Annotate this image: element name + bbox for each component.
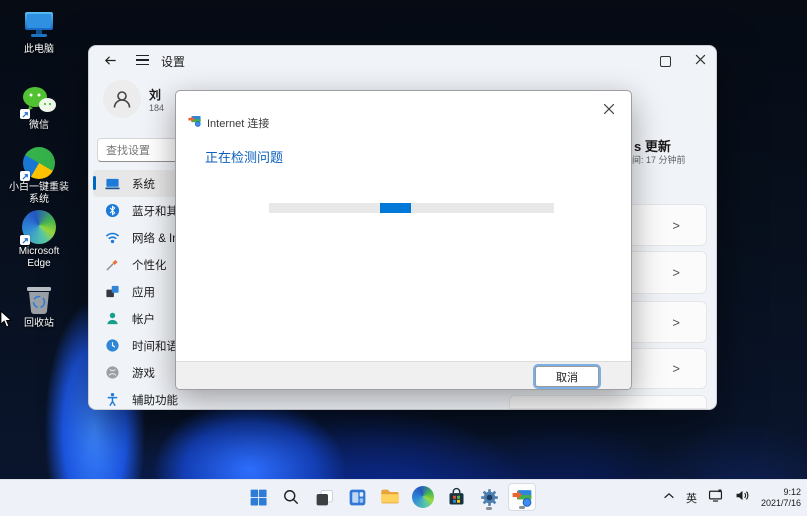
clock-icon bbox=[105, 338, 120, 353]
account-name: 刘 bbox=[149, 86, 161, 103]
dialog-title: Internet 连接 bbox=[207, 115, 269, 131]
hamburger-icon bbox=[136, 55, 149, 66]
search-placeholder: 查找设置 bbox=[106, 142, 150, 158]
start-button[interactable] bbox=[244, 483, 272, 511]
troubleshooter-app-button[interactable] bbox=[508, 483, 536, 511]
volume-tray-button[interactable] bbox=[734, 487, 751, 509]
close-button[interactable] bbox=[695, 52, 706, 70]
progress-bar bbox=[269, 203, 554, 213]
desktop-icon-edge[interactable]: MicrosoftEdge bbox=[6, 210, 72, 270]
desktop-icon-xiaobai[interactable]: 小白一键重装系统 bbox=[6, 146, 72, 206]
shortcut-arrow-icon bbox=[20, 235, 30, 245]
desktop-icon-label: 此电脑 bbox=[24, 44, 54, 56]
network-tray-button[interactable] bbox=[707, 487, 724, 509]
accessibility-icon bbox=[105, 392, 120, 407]
settings-card[interactable] bbox=[509, 395, 707, 409]
this-pc-icon bbox=[21, 8, 57, 42]
avatar bbox=[103, 80, 141, 118]
search-icon bbox=[281, 487, 301, 507]
accounts-icon bbox=[105, 311, 120, 326]
chevron-right-icon: > bbox=[672, 218, 680, 233]
chevron-up-icon bbox=[662, 489, 676, 503]
account-phone: 184 bbox=[149, 103, 164, 113]
tray-date: 2021/7/16 bbox=[761, 498, 801, 508]
desktop: 此电脑 微信 小白一键重装系统 MicrosoftEdge 回收站 bbox=[0, 0, 807, 516]
taskbar: 英 9:12 2021/7/16 bbox=[0, 479, 807, 516]
bluetooth-icon bbox=[105, 203, 120, 218]
progress-bar-chunk bbox=[380, 203, 411, 213]
desktop-icon-label: 小白一键重装系统 bbox=[9, 182, 69, 206]
edge-button[interactable] bbox=[409, 483, 437, 511]
xiaobai-reinstall-icon bbox=[21, 146, 57, 180]
task-view-icon bbox=[314, 487, 335, 508]
close-icon bbox=[695, 54, 706, 65]
apps-icon bbox=[105, 284, 120, 299]
desktop-icon-wechat[interactable]: 微信 bbox=[6, 84, 72, 132]
shortcut-arrow-icon bbox=[20, 109, 30, 119]
system-icon bbox=[105, 176, 120, 191]
search-button[interactable] bbox=[277, 483, 305, 511]
maximize-button[interactable] bbox=[660, 56, 671, 67]
desktop-icon-label: 回收站 bbox=[24, 318, 54, 330]
speaker-icon bbox=[734, 487, 751, 504]
settings-titlebar: 设置 bbox=[89, 46, 716, 72]
running-indicator bbox=[519, 506, 525, 509]
sidebar-item-accessibility[interactable]: 辅助功能 bbox=[93, 386, 253, 413]
nav-menu-button[interactable] bbox=[133, 51, 151, 69]
ime-indicator[interactable]: 英 bbox=[686, 490, 697, 506]
window-title: 设置 bbox=[161, 53, 185, 70]
wifi-icon bbox=[105, 230, 120, 245]
clock[interactable]: 9:12 2021/7/16 bbox=[761, 487, 801, 509]
gear-icon bbox=[479, 487, 500, 508]
brush-icon bbox=[105, 257, 120, 272]
desktop-icon-this-pc[interactable]: 此电脑 bbox=[6, 8, 72, 56]
troubleshooter-dialog: Internet 连接 正在检测问题 取消 bbox=[175, 90, 632, 390]
shortcut-arrow-icon bbox=[20, 171, 30, 181]
network-icon bbox=[707, 487, 724, 504]
widgets-icon bbox=[347, 487, 368, 508]
tray-chevron-button[interactable] bbox=[662, 489, 676, 508]
person-icon bbox=[110, 87, 134, 111]
settings-app-button[interactable] bbox=[475, 483, 503, 511]
tray-time: 9:12 bbox=[783, 487, 801, 497]
store-button[interactable] bbox=[442, 483, 470, 511]
close-icon bbox=[603, 103, 615, 115]
mouse-cursor bbox=[0, 310, 13, 334]
wechat-icon bbox=[21, 84, 57, 118]
back-button[interactable] bbox=[101, 51, 119, 69]
cancel-button[interactable]: 取消 bbox=[535, 366, 599, 387]
back-arrow-icon bbox=[103, 53, 118, 68]
file-explorer-button[interactable] bbox=[376, 483, 404, 511]
desktop-icon-label: MicrosoftEdge bbox=[19, 246, 60, 270]
windows-logo-icon bbox=[248, 487, 269, 508]
dialog-footer: 取消 bbox=[176, 361, 631, 389]
xbox-icon bbox=[105, 365, 120, 380]
desktop-icon-label: 微信 bbox=[29, 120, 49, 132]
troubleshooter-icon bbox=[188, 114, 201, 132]
edge-icon bbox=[412, 486, 434, 508]
desktop-icon-recycle-bin[interactable]: 回收站 bbox=[6, 282, 72, 330]
edge-icon bbox=[21, 210, 57, 244]
running-indicator bbox=[486, 507, 492, 510]
folder-icon bbox=[379, 486, 401, 508]
chevron-right-icon: > bbox=[672, 361, 680, 376]
dialog-status-text: 正在检测问题 bbox=[205, 147, 283, 166]
chevron-right-icon: > bbox=[672, 315, 680, 330]
dialog-close-button[interactable] bbox=[599, 99, 619, 119]
troubleshooter-icon bbox=[512, 487, 532, 507]
task-view-button[interactable] bbox=[310, 483, 338, 511]
chevron-right-icon: > bbox=[672, 265, 680, 280]
maximize-icon bbox=[660, 56, 671, 67]
last-checked-fragment: 时间: 17 分钟前 bbox=[623, 153, 686, 166]
recycle-bin-icon bbox=[21, 282, 57, 316]
store-icon bbox=[446, 487, 467, 508]
selected-indicator bbox=[93, 176, 96, 190]
widgets-button[interactable] bbox=[343, 483, 371, 511]
